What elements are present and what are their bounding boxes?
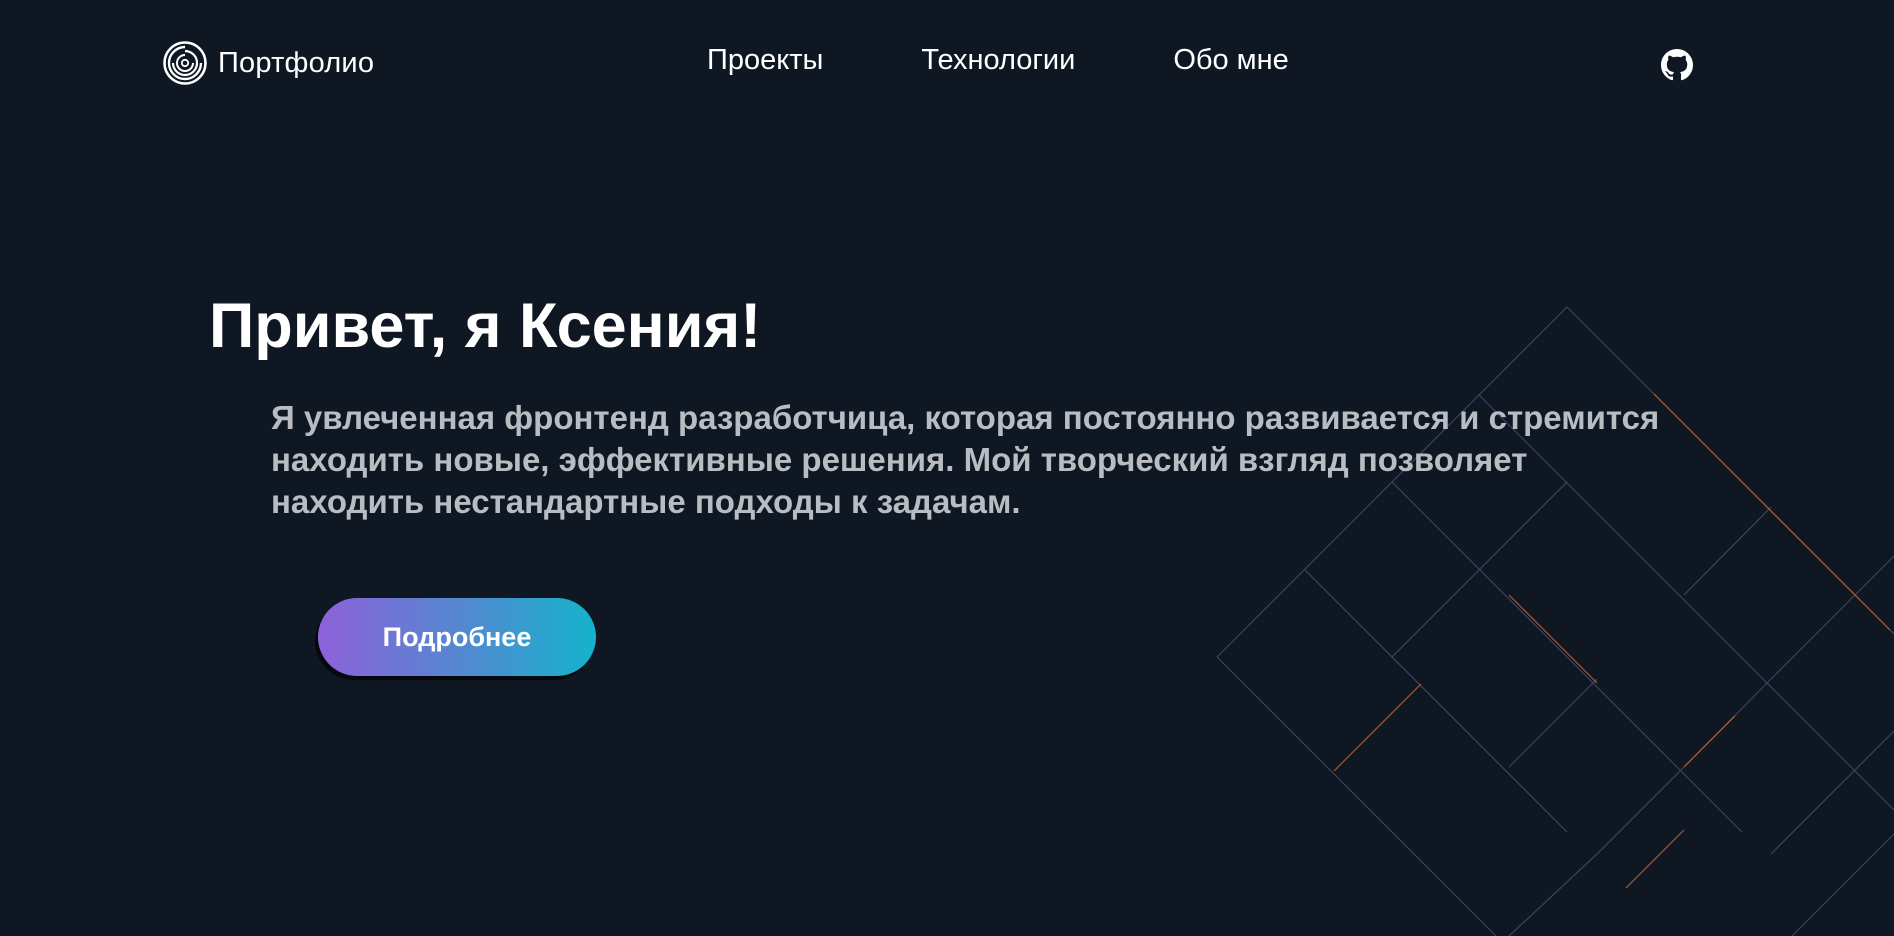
logo-link[interactable]: Портфолио (162, 40, 374, 86)
hero-description: Я увлеченная фронтенд разработчица, кото… (271, 399, 1660, 520)
pattern-line (1391, 569, 1480, 658)
pattern-line (1304, 569, 1568, 833)
logo-text: Портфолио (218, 46, 375, 79)
pattern-accent-line (1770, 510, 1891, 631)
pattern-line (1683, 678, 1772, 768)
pattern-line (1391, 481, 1743, 833)
pattern-line (1508, 678, 1598, 768)
nav-link-about[interactable]: Обо мне (1173, 44, 1288, 77)
nav-link-technologies[interactable]: Технологии (921, 44, 1075, 77)
page: Портфолио Проекты Технологии Обо мне При… (0, 0, 1894, 936)
pattern-line (1791, 833, 1894, 936)
pattern-accent-line (1683, 715, 1736, 768)
pattern-line (1683, 506, 1772, 596)
main-nav: Проекты Технологии Обо мне (707, 44, 1289, 77)
pattern-line (1770, 730, 1894, 855)
pattern-line (1508, 853, 1598, 936)
spiral-logo-icon (162, 40, 208, 86)
pattern-accent-line (1653, 393, 1772, 512)
hero-title: Привет, я Ксения! (209, 291, 762, 361)
pattern-line (1596, 766, 1685, 855)
pattern-line (1216, 656, 1497, 936)
pattern-accent-line (1333, 683, 1422, 772)
pattern-line (1770, 555, 1894, 680)
pattern-accent-line (1508, 594, 1598, 684)
nav-link-projects[interactable]: Проекты (707, 44, 823, 77)
site-header: Портфолио Проекты Технологии Обо мне (0, 0, 1894, 130)
github-icon[interactable] (1661, 49, 1693, 81)
pattern-accent-line (1625, 829, 1685, 889)
more-button[interactable]: Подробнее (318, 598, 596, 676)
